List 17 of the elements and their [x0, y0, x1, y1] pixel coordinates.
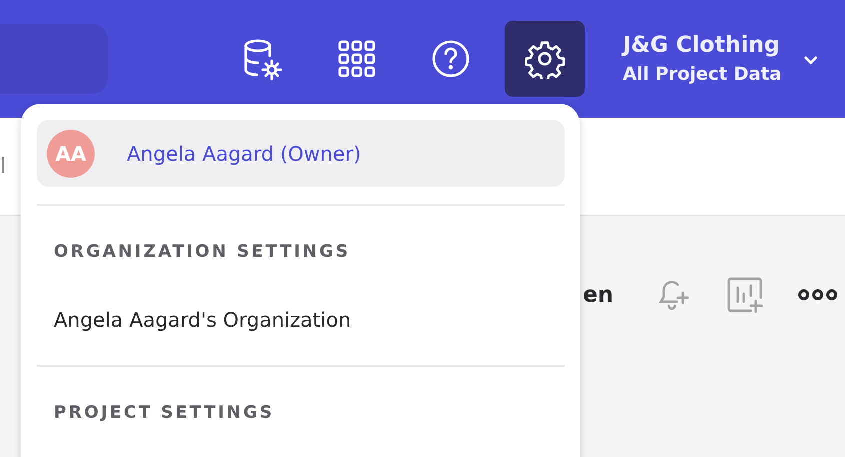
section-heading: PROJECT SETTINGS — [54, 402, 276, 423]
settings-icon — [525, 39, 565, 79]
project-scope[interactable]: All Project Data — [623, 64, 782, 85]
user-name-link[interactable]: Angela Aagard (Owner) — [127, 142, 362, 166]
user-avatar: AA — [47, 130, 95, 178]
chevron-down-icon[interactable] — [804, 56, 818, 64]
help-icon — [431, 39, 471, 79]
grid-icon — [337, 39, 377, 79]
menu-item[interactable]: Angela Aagard's Organization — [54, 262, 565, 348]
more-icon[interactable] — [798, 288, 838, 302]
tab-label[interactable]: I — [0, 154, 6, 179]
project-name[interactable]: J&G Clothing — [623, 33, 782, 58]
settings-button[interactable] — [505, 21, 585, 97]
user-menu-item[interactable]: AA Angela Aagard (Owner) — [37, 120, 565, 187]
toolbar-label[interactable]: en — [583, 282, 614, 308]
section-heading: ORGANIZATION SETTINGS — [54, 241, 352, 262]
database-gear-icon — [242, 37, 284, 81]
